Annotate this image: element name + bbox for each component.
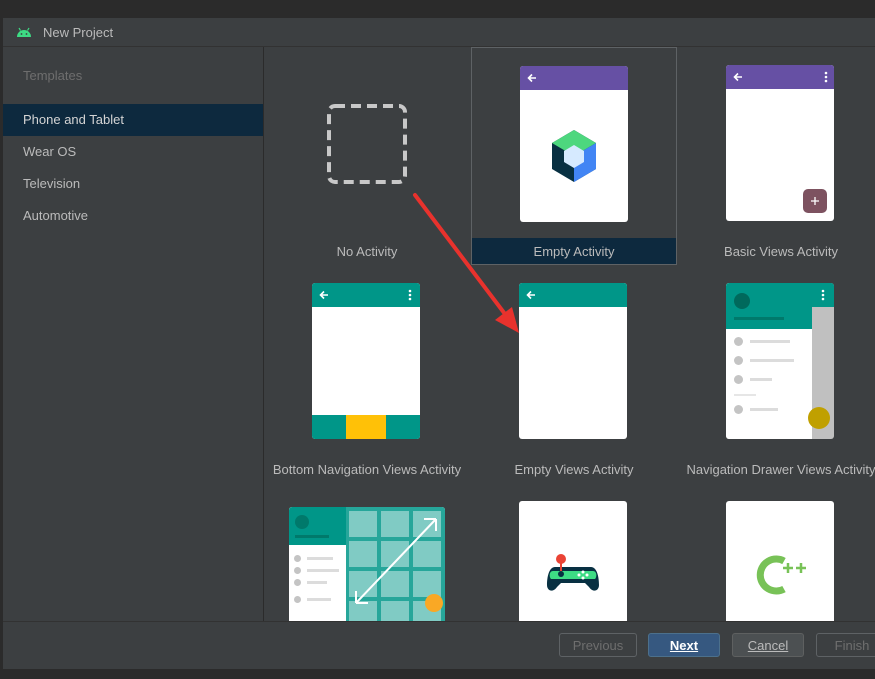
annotation-arrow (413, 193, 519, 333)
